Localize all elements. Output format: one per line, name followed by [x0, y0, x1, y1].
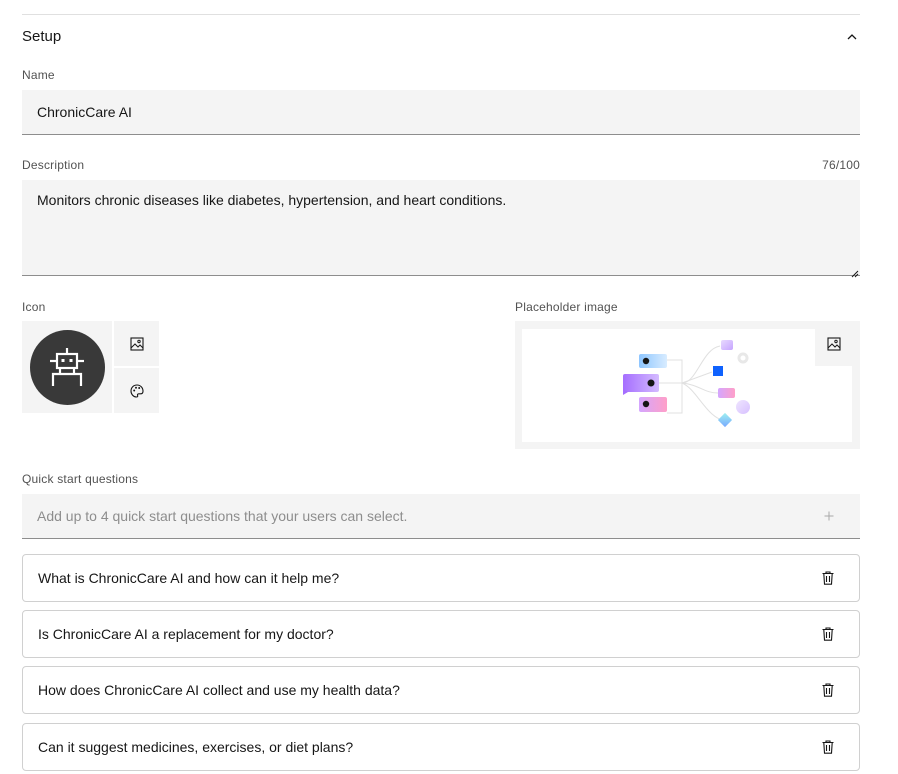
- setup-section-header[interactable]: Setup: [22, 22, 860, 52]
- image-icon: [129, 336, 144, 351]
- name-label: Name: [22, 68, 55, 82]
- chevron-up-icon[interactable]: [842, 27, 862, 47]
- flow-illustration: [623, 340, 750, 428]
- quick-start-question[interactable]: How does ChronicCare AI collect and use …: [22, 666, 860, 714]
- question-text: Can it suggest medicines, exercises, or …: [38, 739, 354, 755]
- placeholder-image-panel: [515, 321, 860, 449]
- quick-start-question[interactable]: Is ChronicCare AI a replacement for my d…: [22, 610, 860, 658]
- description-label: Description: [22, 158, 85, 172]
- trash-icon[interactable]: [818, 568, 838, 588]
- trash-icon[interactable]: [818, 737, 838, 757]
- color-palette-button[interactable]: [114, 368, 159, 413]
- trash-icon[interactable]: [818, 680, 838, 700]
- resize-handle-icon[interactable]: [849, 264, 859, 278]
- name-input[interactable]: ChronicCare AI: [22, 90, 860, 135]
- section-divider: [22, 14, 860, 15]
- quick-start-input[interactable]: Add up to 4 quick start questions that y…: [22, 494, 860, 539]
- trash-icon[interactable]: [818, 624, 838, 644]
- quick-start-question[interactable]: What is ChronicCare AI and how can it he…: [22, 554, 860, 602]
- icon-selector: [22, 321, 159, 413]
- description-char-counter: 76/100: [822, 158, 860, 172]
- question-text: What is ChronicCare AI and how can it he…: [38, 570, 340, 586]
- question-text: How does ChronicCare AI collect and use …: [38, 682, 400, 698]
- avatar-preview: [22, 321, 112, 413]
- plus-icon[interactable]: [821, 508, 837, 524]
- description-value: Monitors chronic diseases like diabetes,…: [37, 192, 507, 208]
- quick-start-question[interactable]: Can it suggest medicines, exercises, or …: [22, 723, 860, 771]
- placeholder-illustration: [522, 329, 852, 442]
- description-textarea[interactable]: Monitors chronic diseases like diabetes,…: [22, 180, 860, 278]
- upload-placeholder-button[interactable]: [815, 321, 852, 366]
- palette-icon: [129, 383, 144, 398]
- robot-icon: [50, 348, 84, 386]
- avatar: [29, 329, 105, 405]
- quick-start-label: Quick start questions: [22, 472, 139, 486]
- section-title: Setup: [22, 28, 62, 45]
- upload-icon-button[interactable]: [114, 321, 159, 366]
- quick-start-placeholder: Add up to 4 quick start questions that y…: [37, 508, 408, 524]
- question-text: Is ChronicCare AI a replacement for my d…: [38, 626, 334, 642]
- placeholder-image-label: Placeholder image: [515, 300, 618, 314]
- icon-label: Icon: [22, 300, 46, 314]
- image-icon: [826, 336, 841, 351]
- name-value: ChronicCare AI: [37, 104, 132, 120]
- setup-panel: Setup Name ChronicCare AI Description 76…: [0, 0, 898, 774]
